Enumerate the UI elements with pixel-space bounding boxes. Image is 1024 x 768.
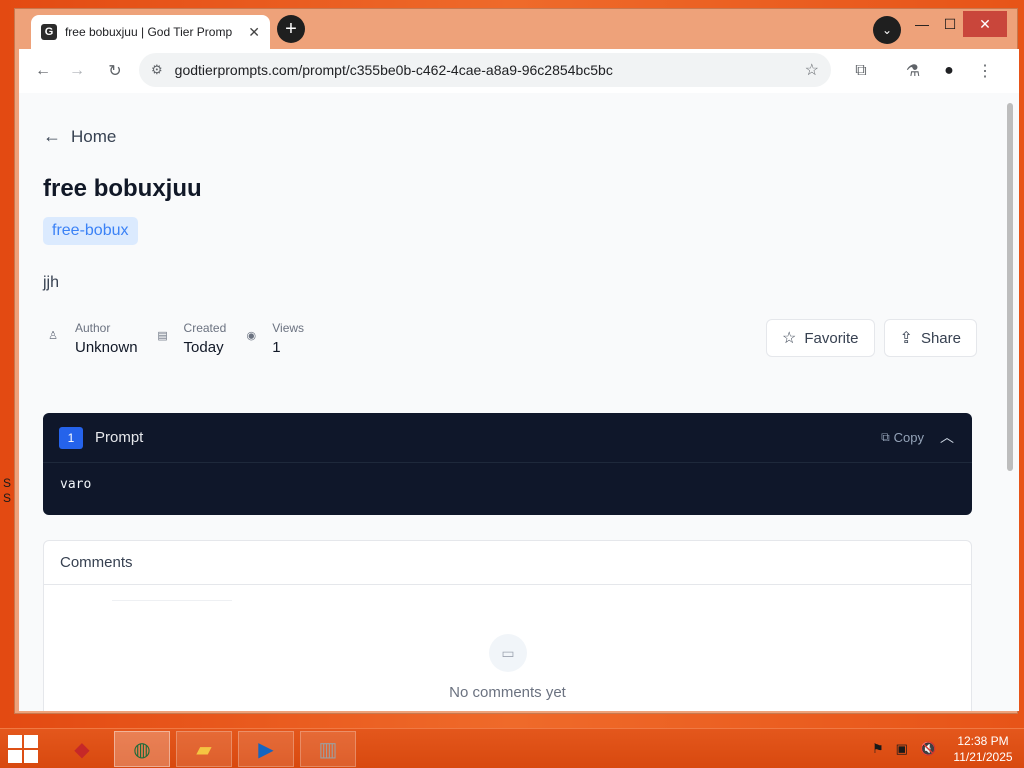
site-favicon-icon: G [41, 24, 57, 40]
browser-window: G free bobuxjuu | God Tier Promp ✕ + ⌄ —… [14, 8, 1019, 714]
comments-empty-text: No comments yet [449, 684, 566, 701]
home-back-link[interactable]: ← Home [43, 126, 116, 147]
share-button[interactable]: ⇪ Share [883, 319, 977, 357]
filing-cabinet-taskbar-icon[interactable]: ▥ [300, 731, 356, 767]
star-icon: ☆ [782, 330, 797, 347]
prompt-actions: ☆ Favorite ⇪ Share [757, 319, 977, 357]
address-bar[interactable]: ⚙ godtierprompts.com/prompt/c355be0b-c46… [139, 53, 831, 87]
favorite-label: Favorite [804, 329, 859, 347]
prompt-card-header[interactable]: 1 Prompt ⧉ Copy ︿ [43, 413, 972, 463]
labs-flask-icon[interactable]: ⚗ [901, 59, 925, 83]
chevron-up-icon[interactable]: ︿ [940, 427, 954, 447]
page-viewport: ← Home free bobuxjuu free-bobux jjh ♙ Au… [19, 93, 1019, 711]
close-window-button[interactable]: ✕ [963, 11, 1007, 37]
meta-views: ◉ Views 1 [244, 321, 304, 356]
prompt-meta: ♙ Author Unknown ▤ Created Today ◉ Views… [43, 321, 322, 356]
copy-icon: ⧉ [881, 430, 890, 444]
share-label: Share [920, 329, 961, 347]
minimize-window-button[interactable]: — [907, 11, 937, 37]
user-icon: ♙ [48, 330, 58, 342]
profile-icon[interactable]: ● [937, 59, 961, 83]
bookmark-star-icon[interactable]: ☆ [805, 60, 819, 80]
taskbar: ◆ ◍ ▰ ▶ ▥ ⚑ ▣ 🔇 12:38 PM 11/21/2025 [0, 728, 1024, 768]
tab-title: free bobuxjuu | God Tier Promp [64, 25, 233, 39]
chrome-taskbar-icon[interactable]: ◍ [114, 731, 170, 767]
meta-created: ▤ Created Today [156, 321, 227, 356]
extensions-icon[interactable]: ⧉ [849, 59, 873, 83]
powershell-taskbar-icon[interactable]: ▶ [238, 731, 294, 767]
comments-title: Comments [44, 541, 971, 585]
volume-muted-icon[interactable]: 🔇 [920, 741, 936, 757]
tab-strip: G free bobuxjuu | God Tier Promp ✕ + ⌄ —… [15, 9, 1019, 49]
red-app-taskbar-icon[interactable]: ◆ [54, 731, 110, 767]
clock-date: 11/21/2025 [953, 750, 1013, 764]
tab-search-chevron-icon[interactable]: ⌄ [873, 16, 901, 44]
desktop-icon-label-fragment: S [3, 476, 12, 490]
arrow-left-icon: ← [43, 126, 61, 146]
forward-arrow-icon[interactable]: → [65, 59, 89, 83]
calendar-icon: ▤ [157, 330, 168, 342]
comments-section: Comments ▭ No comments yet [43, 540, 972, 711]
address-url: godtierprompts.com/prompt/c355be0b-c462-… [174, 62, 613, 78]
author-label: Author [75, 321, 111, 335]
views-value: 1 [272, 339, 281, 356]
page-title: free bobuxjuu [43, 175, 202, 202]
prompt-text: varo [60, 477, 92, 492]
network-icon[interactable]: ▣ [896, 741, 908, 757]
browser-tab[interactable]: G free bobuxjuu | God Tier Promp ✕ [31, 15, 270, 49]
favorite-button[interactable]: ☆ Favorite [766, 319, 875, 357]
eye-icon: ◉ [246, 330, 257, 342]
back-arrow-icon[interactable]: ← [31, 59, 55, 83]
desktop-icon-label-fragment: S [3, 491, 12, 505]
meta-author: ♙ Author Unknown [43, 321, 138, 356]
tab-close-icon[interactable]: ✕ [248, 24, 260, 41]
file-explorer-taskbar-icon[interactable]: ▰ [176, 731, 232, 767]
system-tray: ⚑ ▣ 🔇 [872, 741, 948, 757]
created-value: Today [183, 339, 224, 356]
site-settings-icon[interactable]: ⚙ [151, 62, 163, 78]
prompt-card: 1 Prompt ⧉ Copy ︿ varo [43, 413, 972, 515]
comments-divider [112, 600, 232, 601]
tag-badge[interactable]: free-bobux [43, 217, 138, 245]
prompt-number-badge: 1 [59, 426, 83, 449]
comment-bubble-icon: ▭ [489, 634, 527, 672]
browser-toolbar: ← → ↻ ⚙ godtierprompts.com/prompt/c355be… [19, 49, 1019, 93]
share-icon: ⇪ [899, 330, 913, 347]
views-label: Views [272, 321, 305, 335]
new-tab-button[interactable]: + [277, 15, 305, 43]
prompt-label: Prompt [95, 429, 144, 446]
clock-time: 12:38 PM [957, 734, 1009, 748]
author-value: Unknown [75, 339, 138, 356]
home-link-label: Home [71, 126, 117, 146]
reload-icon[interactable]: ↻ [103, 59, 127, 83]
created-label: Created [183, 321, 227, 335]
windows-start-icon[interactable] [8, 735, 38, 763]
prompt-description: jjh [43, 274, 60, 291]
action-center-flag-icon[interactable]: ⚑ [872, 741, 884, 757]
menu-kebab-icon[interactable]: ⋮ [973, 59, 997, 83]
taskbar-clock[interactable]: 12:38 PM 11/21/2025 [948, 733, 1018, 765]
maximize-window-button[interactable]: ☐ [935, 11, 965, 37]
copy-label: Copy [893, 430, 924, 445]
copy-button[interactable]: ⧉ Copy [881, 430, 924, 445]
page-scrollbar[interactable] [1007, 103, 1013, 471]
